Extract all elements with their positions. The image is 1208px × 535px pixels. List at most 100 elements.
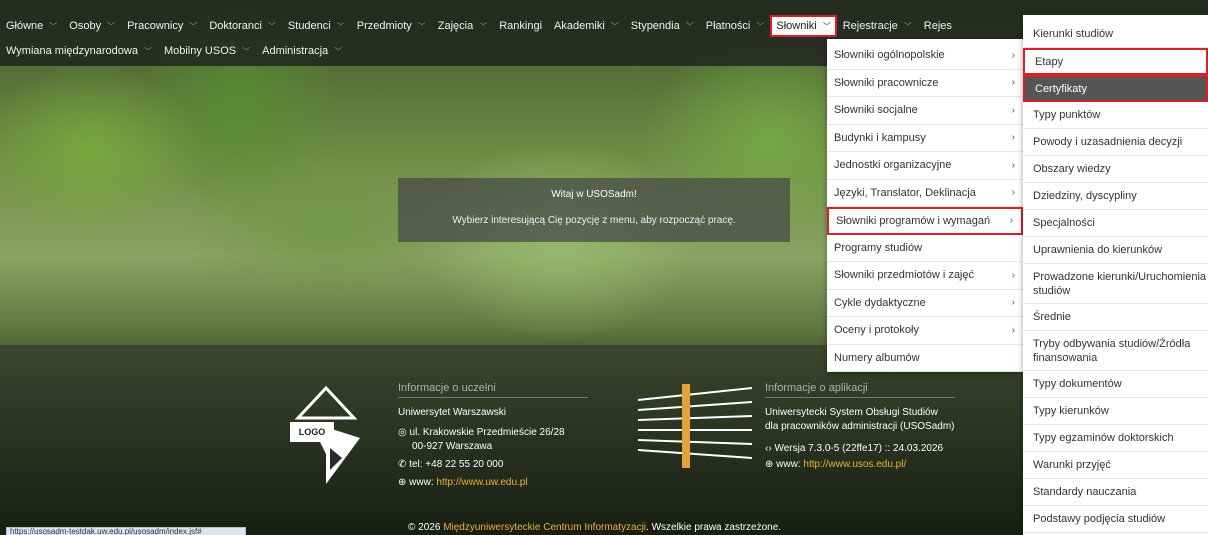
submenu-item-label: Warunki przyjęć <box>1033 459 1111 471</box>
globe-icon: ⊕ <box>398 477 407 488</box>
uni-name: Uniwersytet Warszawski <box>398 407 506 418</box>
submenu-item-label: Prowadzone kierunki/Uruchomienia studiów <box>1033 270 1207 297</box>
nav-item-mobilny-usos[interactable]: Mobilny USOS ﹀ <box>158 40 256 62</box>
submenu-item-standardy-nauczania[interactable]: Standardy nauczania <box>1023 479 1208 506</box>
nav-item-label: Studenci <box>287 20 331 32</box>
app-name: Uniwersytecki System Obsługi Studiów dla… <box>765 407 955 432</box>
menu-item-oceny-i-protokoly[interactable]: Oceny i protokoły › <box>827 317 1023 345</box>
submenu-item-etapy[interactable]: Etapy <box>1023 48 1208 75</box>
submenu-item-label: Typy punktów <box>1033 109 1101 121</box>
nav-item-label: Przedmioty <box>356 20 412 32</box>
nav-item-rankingi[interactable]: Rankingi <box>493 15 548 37</box>
nav-item-platnosci[interactable]: Płatności ﹀ <box>700 15 771 37</box>
submenu-item-certyfikaty[interactable]: Certyfikaty <box>1023 75 1208 102</box>
nav-item-stypendia[interactable]: Stypendia ﹀ <box>625 15 700 37</box>
menu-item-numery-albumow[interactable]: Numery albumów <box>827 345 1023 372</box>
uni-phone: ✆ tel: +48 22 55 20 000 <box>398 459 504 470</box>
nav-item-label: Rejestracje <box>842 20 898 32</box>
submenu-item-srednie[interactable]: Średnie <box>1023 304 1208 331</box>
uni-url-link[interactable]: http://www.uw.edu.pl <box>436 477 527 488</box>
chevron-down-icon: ﹀ <box>143 46 152 56</box>
menu-item-jezyki-translator-deklinacja[interactable]: Języki, Translator, Deklinacja › <box>827 180 1023 207</box>
nav-item-label: Główne <box>6 20 44 32</box>
submenu-item-tryby-odbywania-studiow-zrodla-finansowania[interactable]: Tryby odbywania studiów/Źródła finansowa… <box>1023 331 1208 371</box>
nav-item-label: Rejes <box>923 20 952 32</box>
app-url-link[interactable]: http://www.usos.edu.pl/ <box>803 459 906 470</box>
menu-item-label: Słowniki pracownicze <box>834 76 939 89</box>
app-info-heading: Informacje o aplikacji <box>765 382 955 398</box>
submenu-item-uprawnienia-do-kierunkow[interactable]: Uprawnienia do kierunków <box>1023 237 1208 264</box>
menu-item-slowniki-pracownicze[interactable]: Słowniki pracownicze › <box>827 70 1023 97</box>
submenu-item-podstawy-podjecia-studiow[interactable]: Podstawy podjęcia studiów <box>1023 506 1208 533</box>
submenu-item-label: Powody i uzasadnienia decyzji <box>1033 136 1183 148</box>
chevron-down-icon: ﹀ <box>189 21 198 31</box>
nav-item-pracownicy[interactable]: Pracownicy ﹀ <box>121 15 203 37</box>
menu-item-budynki-i-kampusy[interactable]: Budynki i kampusy › <box>827 125 1023 152</box>
submenu-item-typy-dokumentow[interactable]: Typy dokumentów <box>1023 371 1208 398</box>
menu-item-slowniki-ogolnopolskie[interactable]: Słowniki ogólnopolskie › <box>827 42 1023 70</box>
nav-item-slowniki[interactable]: Słowniki ﹀ <box>770 15 837 37</box>
chevron-down-icon: ﹀ <box>685 21 694 31</box>
nav-item-label: Stypendia <box>630 20 680 32</box>
nav-row-main: Główne ﹀ Osoby ﹀ Pracownicy ﹀ Doktoranci ﹀ Stude… <box>0 15 958 37</box>
submenu-item-warunki-przyjec[interactable]: Warunki przyjęć <box>1023 452 1208 479</box>
menu-item-cykle-dydaktyczne[interactable]: Cykle dydaktyczne › <box>827 290 1023 317</box>
nav-row-secondary: Wymiana międzynarodowa ﹀ Mobilny USOS ﹀ Admi… <box>0 40 348 62</box>
nav-item-osoby[interactable]: Osoby ﹀ <box>63 15 121 37</box>
submenu-item-typy-egzaminow-doktorskich[interactable]: Typy egzaminów doktorskich <box>1023 425 1208 452</box>
menu-item-label: Jednostki organizacyjne <box>834 159 952 172</box>
chevron-down-icon: ﹀ <box>479 21 488 31</box>
submenu-item-label: Etapy <box>1035 55 1064 68</box>
phone-icon: ✆ <box>398 459 407 470</box>
menu-item-label: Numery albumów <box>834 351 920 364</box>
submenu-item-powody-i-uzasadnienia-decyzji[interactable]: Powody i uzasadnienia decyzji <box>1023 129 1208 156</box>
uni-info-heading: Informacje o uczelni <box>398 382 588 398</box>
menu-item-label: Budynki i kampusy <box>834 131 926 144</box>
chevron-right-icon: › <box>1009 215 1013 227</box>
submenu-item-typy-kierunkow[interactable]: Typy kierunków <box>1023 398 1208 425</box>
menu-item-label: Słowniki socjalne <box>834 104 918 117</box>
slowniki-programow-submenu: Kierunki studiów Etapy Certyfikaty Typy pun… <box>1023 15 1208 535</box>
chevron-right-icon: › <box>1011 49 1015 61</box>
mci-link[interactable]: Międzyuniwersyteckie Centrum Informatyza… <box>443 522 646 533</box>
chevron-right-icon: › <box>1011 324 1015 336</box>
uni-address: ◎ ul. Krakowskie Przedmieście 26/28 00-9… <box>398 426 565 454</box>
code-icon: ‹› <box>765 443 772 454</box>
menu-item-jednostki-organizacyjne[interactable]: Jednostki organizacyjne › <box>827 152 1023 180</box>
chevron-right-icon: › <box>1011 104 1015 116</box>
submenu-item-label: Średnie <box>1033 311 1071 323</box>
nav-item-doktoranci[interactable]: Doktoranci ﹀ <box>203 15 282 37</box>
chevron-down-icon: ﹀ <box>107 21 116 31</box>
nav-item-studenci[interactable]: Studenci ﹀ <box>282 15 351 37</box>
submenu-item-label: Tryby odbywania studiów/Źródła finansowa… <box>1033 337 1191 364</box>
submenu-item-kierunki-studiow[interactable]: Kierunki studiów <box>1023 21 1208 48</box>
submenu-item-specjalnosci[interactable]: Specjalności <box>1023 210 1208 237</box>
nav-item-wymiana-miedzynarodowa[interactable]: Wymiana międzynarodowa ﹀ <box>0 40 158 62</box>
nav-item-label: Mobilny USOS <box>163 45 237 57</box>
submenu-item-prowadzone-kierunki-uruchomienia-studiow[interactable]: Prowadzone kierunki/Uruchomienia studiów <box>1023 264 1208 304</box>
chevron-right-icon: › <box>1011 269 1015 281</box>
nav-item-rejes[interactable]: Rejes <box>918 15 958 37</box>
chevron-right-icon: › <box>1011 159 1015 171</box>
submenu-item-obszary-wiedzy[interactable]: Obszary wiedzy <box>1023 156 1208 183</box>
menu-item-programy-studiow[interactable]: Programy studiów <box>827 235 1023 262</box>
nav-item-glowne[interactable]: Główne ﹀ <box>0 15 63 37</box>
submenu-item-label: Specjalności <box>1033 217 1095 229</box>
nav-item-przedmioty[interactable]: Przedmioty ﹀ <box>351 15 432 37</box>
submenu-item-label: Standardy nauczania <box>1033 486 1137 498</box>
nav-item-akademiki[interactable]: Akademiki ﹀ <box>548 15 625 37</box>
menu-item-slowniki-socjalne[interactable]: Słowniki socjalne › <box>827 97 1023 125</box>
submenu-item-typy-punktow[interactable]: Typy punktów <box>1023 102 1208 129</box>
chevron-right-icon: › <box>1011 132 1015 144</box>
nav-item-rejestracje[interactable]: Rejestracje ﹀ <box>837 15 918 37</box>
menu-item-slowniki-programow-i-wymagan[interactable]: Słowniki programów i wymagań › <box>827 207 1023 235</box>
submenu-item-dziedziny-dyscypliny[interactable]: Dziedziny, dyscypliny <box>1023 183 1208 210</box>
nav-item-zajecia[interactable]: Zajęcia ﹀ <box>432 15 493 37</box>
nav-item-administracja[interactable]: Administracja ﹀ <box>256 40 348 62</box>
menu-item-label: Słowniki programów i wymagań <box>836 214 991 227</box>
slowniki-dropdown: Słowniki ogólnopolskie › Słowniki pracowni… <box>827 39 1023 372</box>
address-line-2: 00-927 Warszawa <box>412 441 493 452</box>
menu-item-label: Oceny i protokoły <box>834 324 919 337</box>
chevron-down-icon: ﹀ <box>417 21 426 31</box>
menu-item-slowniki-przedmiotow-i-zajec[interactable]: Słowniki przedmiotów i zajęć › <box>827 262 1023 290</box>
